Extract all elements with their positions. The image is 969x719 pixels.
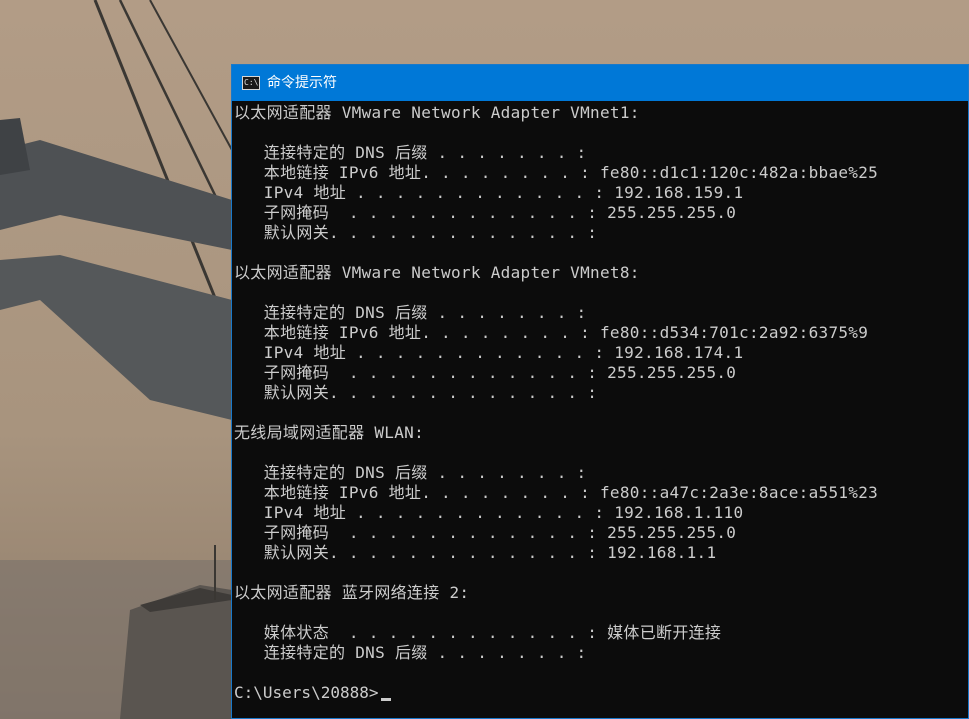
console-line: 以太网适配器 蓝牙网络连接 2: (234, 583, 470, 602)
console-line: IPv4 地址 . . . . . . . . . . . . : 192.16… (234, 183, 744, 202)
command-prompt-window[interactable]: C:\ 命令提示符 以太网适配器 VMware Network Adapter … (231, 64, 969, 719)
console-line: 以太网适配器 VMware Network Adapter VMnet8: (234, 263, 640, 282)
console-line: 默认网关. . . . . . . . . . . . . : (234, 223, 598, 242)
console-line: 连接特定的 DNS 后缀 . . . . . . . : (234, 463, 587, 482)
console-line: IPv4 地址 . . . . . . . . . . . . : 192.16… (234, 343, 744, 362)
console-line: 子网掩码 . . . . . . . . . . . . : 255.255.2… (234, 363, 737, 382)
title-bar[interactable]: C:\ 命令提示符 (232, 65, 968, 101)
prompt-line[interactable]: C:\Users\20888> (234, 683, 968, 703)
console-line: 以太网适配器 VMware Network Adapter VMnet1: (234, 103, 640, 122)
console-line: 子网掩码 . . . . . . . . . . . . : 255.255.2… (234, 203, 737, 222)
console-line: IPv4 地址 . . . . . . . . . . . . : 192.16… (234, 503, 744, 522)
console-line: 默认网关. . . . . . . . . . . . . : 192.168.… (234, 543, 717, 562)
console-lines: 以太网适配器 VMware Network Adapter VMnet1: 连接… (234, 103, 968, 683)
window-title: 命令提示符 (267, 75, 337, 91)
console-output[interactable]: 以太网适配器 VMware Network Adapter VMnet1: 连接… (232, 103, 968, 718)
console-line: 媒体状态 . . . . . . . . . . . . : 媒体已断开连接 (234, 623, 722, 642)
cmd-icon: C:\ (242, 76, 260, 90)
console-line: 本地链接 IPv6 地址. . . . . . . . : fe80::d534… (234, 323, 869, 342)
console-line: 连接特定的 DNS 后缀 . . . . . . . : (234, 643, 587, 662)
console-line: 默认网关. . . . . . . . . . . . . : (234, 383, 598, 402)
prompt-text: C:\Users\20888> (234, 683, 379, 702)
console-line: 子网掩码 . . . . . . . . . . . . : 255.255.2… (234, 523, 737, 542)
text-cursor (380, 698, 391, 701)
console-line: 无线局域网适配器 WLAN: (234, 423, 424, 442)
console-line: 连接特定的 DNS 后缀 . . . . . . . : (234, 303, 587, 322)
console-line: 本地链接 IPv6 地址. . . . . . . . : fe80::a47c… (234, 483, 879, 502)
console-line: 连接特定的 DNS 后缀 . . . . . . . : (234, 143, 587, 162)
console-line: 本地链接 IPv6 地址. . . . . . . . : fe80::d1c1… (234, 163, 879, 182)
